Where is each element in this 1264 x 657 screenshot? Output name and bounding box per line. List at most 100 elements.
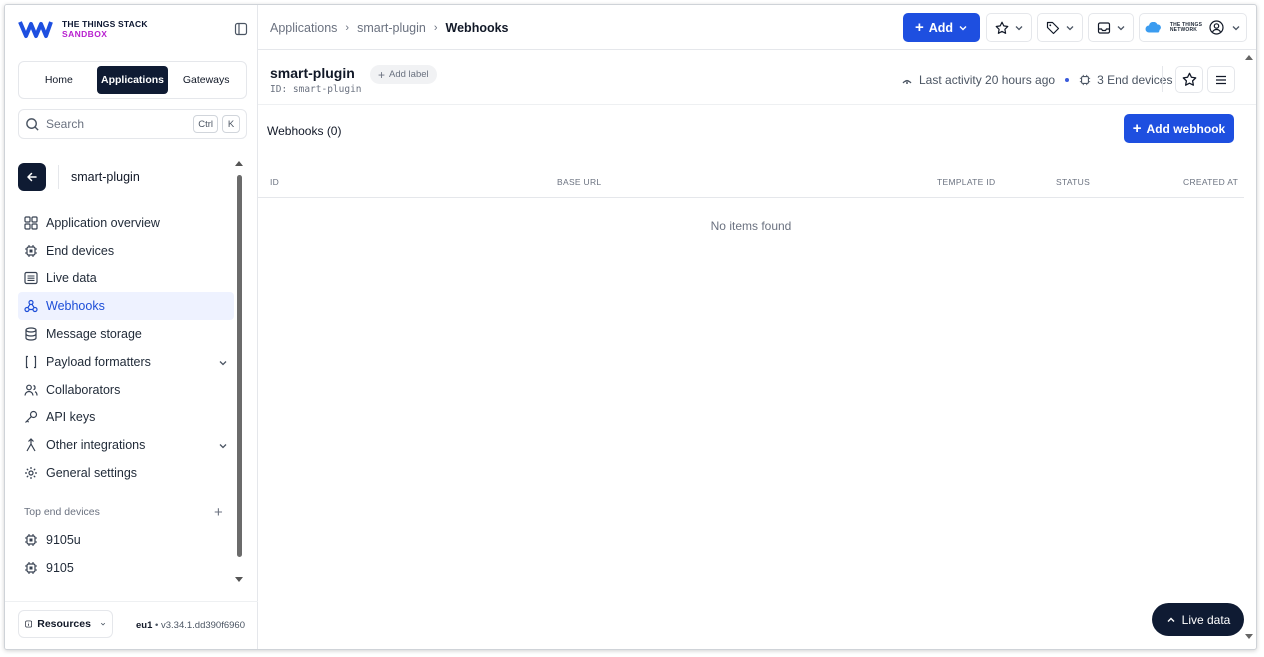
tags-button[interactable] — [1037, 13, 1083, 42]
nav-label: Message storage — [46, 327, 142, 342]
col-template-id[interactable]: TEMPLATE ID — [937, 177, 995, 187]
app-menu-button[interactable] — [1207, 66, 1235, 93]
top-bar: Applications › smart-plugin › Webhooks +… — [258, 5, 1256, 50]
brand-logo[interactable]: THE THINGS STACK SANDBOX — [18, 19, 148, 39]
chevron-down-icon — [1015, 25, 1022, 30]
switch-gateways[interactable]: Gateways — [170, 66, 242, 94]
page-title: smart-plugin — [270, 65, 355, 81]
search-input[interactable]: Search Ctrl K — [18, 109, 247, 139]
list-icon — [24, 271, 38, 285]
ttn-line2: NETWORK — [1169, 26, 1198, 33]
users-icon — [24, 383, 38, 397]
nav-application-overview[interactable]: Application overview — [18, 209, 234, 237]
add-label-button[interactable]: + Add label — [370, 65, 437, 84]
version-string: v3.34.1.dd390f6960 — [160, 620, 245, 631]
breadcrumb-app[interactable]: smart-plugin — [357, 21, 426, 35]
add-label: Add — [928, 20, 954, 35]
nav-webhooks[interactable]: Webhooks — [18, 292, 234, 321]
app-id: ID: smart-plugin — [270, 84, 362, 95]
switch-home[interactable]: Home — [23, 66, 95, 94]
live-data-button[interactable]: Live data — [1152, 603, 1244, 636]
app-window: THE THINGS STACK SANDBOX Home Applicatio… — [4, 4, 1257, 650]
account-menu-button[interactable]: THE THINGS NETWORK — [1139, 13, 1247, 42]
nav-payload-formatters[interactable]: Payload formatters — [18, 348, 234, 376]
top-device-item[interactable]: 9105 — [18, 554, 234, 582]
tts-logo-icon — [18, 21, 53, 38]
star-icon — [1182, 72, 1196, 86]
webhooks-title: Webhooks (0) — [267, 124, 342, 138]
info-icon — [25, 620, 32, 628]
app-context-name: smart-plugin — [71, 170, 140, 184]
nav-other-integrations[interactable]: Other integrations — [18, 431, 234, 459]
region: eu1 — [136, 620, 153, 631]
chevron-up-icon — [1167, 617, 1175, 622]
add-label-text: Add label — [389, 69, 429, 80]
back-button[interactable] — [18, 163, 46, 191]
switch-applications[interactable]: Applications — [96, 66, 169, 94]
sidebar-scroll-up[interactable] — [235, 161, 243, 166]
sidebar-scroll-down[interactable] — [235, 577, 243, 582]
chevron-down-icon — [100, 622, 106, 626]
col-status[interactable]: STATUS — [1056, 177, 1090, 187]
chevron-down-icon — [1117, 25, 1124, 30]
app-nav: Application overview End devices Live da… — [18, 209, 234, 487]
plus-icon: + — [914, 19, 924, 36]
chevron-down-icon — [959, 25, 967, 30]
header-divider — [1162, 66, 1163, 92]
nav-end-devices[interactable]: End devices — [18, 237, 234, 265]
chip-icon — [1079, 74, 1091, 86]
col-id[interactable]: ID — [270, 177, 279, 187]
nav-api-keys[interactable]: API keys — [18, 404, 234, 432]
nav-live-data[interactable]: Live data — [18, 265, 234, 293]
main-scroll-up[interactable] — [1245, 55, 1253, 60]
nav-message-storage[interactable]: Message storage — [18, 320, 234, 348]
add-button[interactable]: + Add — [903, 13, 980, 42]
empty-state: No items found — [710, 219, 792, 233]
last-activity: Last activity 20 hours ago — [919, 73, 1056, 87]
bookmarks-button[interactable] — [986, 13, 1032, 42]
sidebar-scrollbar[interactable] — [237, 175, 242, 557]
nav-label: General settings — [46, 466, 138, 481]
resources-button[interactable]: Resources — [18, 610, 113, 638]
ttn-cloud-icon — [1145, 22, 1161, 33]
gear-icon — [24, 466, 38, 480]
version-info: eu1 • v3.34.1.dd390f6960 — [136, 620, 245, 631]
add-end-device-icon[interactable]: + — [214, 504, 223, 521]
menu-icon — [1216, 75, 1226, 84]
user-avatar-icon — [1209, 20, 1224, 35]
nav-collaborators[interactable]: Collaborators — [18, 376, 234, 404]
star-icon — [995, 21, 1008, 34]
inbox-button[interactable] — [1088, 13, 1134, 42]
col-created-at[interactable]: CREATED AT — [1183, 177, 1238, 187]
nav-general-settings[interactable]: General settings — [18, 459, 234, 487]
bookmark-app-button[interactable] — [1175, 66, 1203, 93]
app-meta: Last activity 20 hours ago 3 End devices — [901, 73, 1172, 87]
grid-icon — [24, 216, 38, 230]
add-webhook-button[interactable]: + Add webhook — [1124, 114, 1234, 143]
breadcrumb-applications[interactable]: Applications — [270, 21, 337, 35]
nav-label: Collaborators — [46, 382, 121, 397]
main-scroll-down[interactable] — [1245, 634, 1253, 639]
shortcut-k: K — [222, 115, 240, 133]
sidebar-footer: Resources eu1 • v3.34.1.dd390f6960 — [5, 601, 258, 649]
tag-icon — [1046, 21, 1059, 34]
top-device-item[interactable]: 9105u — [18, 526, 234, 554]
app-head-divider — [58, 165, 59, 189]
plus-icon: + — [1132, 120, 1142, 137]
collapse-sidebar-icon[interactable] — [234, 22, 248, 36]
chevron-down-icon[interactable] — [218, 439, 228, 454]
col-base-url[interactable]: BASE URL — [557, 177, 601, 187]
main-area: Applications › smart-plugin › Webhooks +… — [258, 5, 1256, 649]
top-end-devices-list: 9105u 9105 — [18, 526, 234, 582]
chevron-down-icon — [1232, 25, 1240, 30]
integration-icon — [24, 438, 38, 452]
live-data-label: Live data — [1181, 612, 1231, 627]
context-switcher: Home Applications Gateways — [18, 61, 247, 99]
breadcrumb: Applications › smart-plugin › Webhooks — [270, 21, 509, 35]
breadcrumb-current: Webhooks — [445, 21, 509, 35]
nav-label: Payload formatters — [46, 354, 151, 369]
search-placeholder: Search — [46, 117, 85, 131]
plus-icon: + — [378, 67, 386, 82]
inbox-icon — [1097, 21, 1110, 34]
chevron-down-icon[interactable] — [218, 356, 228, 371]
